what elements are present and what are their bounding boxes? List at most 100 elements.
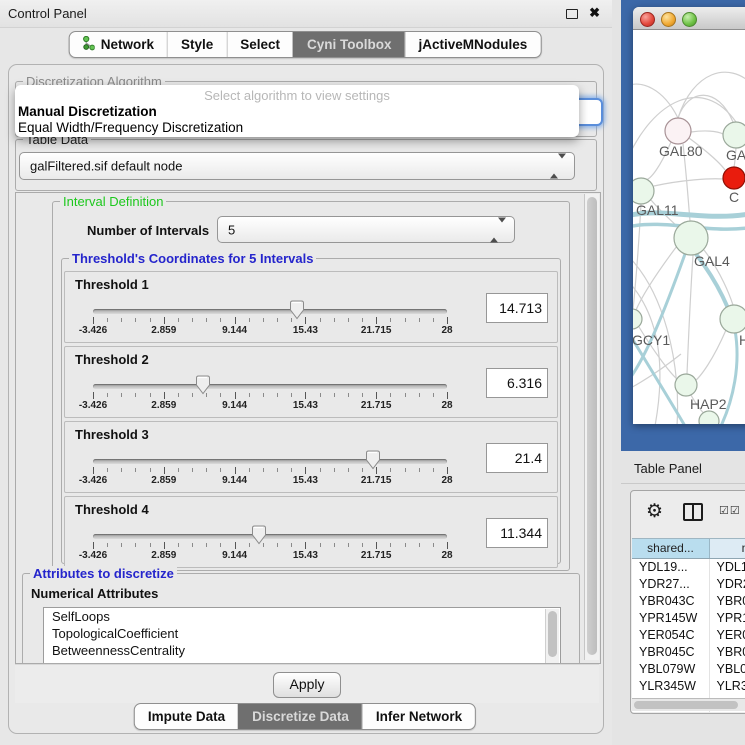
- tick-label: 2.859: [151, 550, 176, 561]
- close-traffic-light-icon[interactable]: [640, 12, 655, 27]
- table-data-combo[interactable]: galFiltered.sif default node: [19, 152, 575, 180]
- tick-mark: [362, 318, 363, 322]
- dropdown-option-equal-width[interactable]: Equal Width/Frequency Discretization: [18, 120, 243, 135]
- slider-handle[interactable]: [365, 450, 381, 470]
- slider-handle[interactable]: [251, 525, 267, 545]
- node-label: GA: [726, 147, 745, 163]
- minimize-traffic-light-icon[interactable]: [661, 12, 676, 27]
- tick-mark: [178, 543, 179, 547]
- table-hscrollbar[interactable]: [632, 698, 745, 711]
- tick-mark: [220, 468, 221, 472]
- table-row[interactable]: YDR27...YDR2: [632, 576, 745, 593]
- apply-button[interactable]: Apply: [273, 672, 341, 698]
- tick-mark: [419, 543, 420, 547]
- slider-track[interactable]: [93, 309, 447, 314]
- attribute-item[interactable]: TopologicalCoefficient: [44, 625, 560, 642]
- tick-label: 2.859: [151, 400, 176, 411]
- tick-mark: [192, 318, 193, 322]
- tick-mark: [433, 543, 434, 547]
- tab-discretize-data[interactable]: Discretize Data: [238, 704, 362, 729]
- table-row[interactable]: YBL079WYBL0: [632, 661, 745, 678]
- tick-mark: [121, 468, 122, 472]
- list-scrollbar[interactable]: [545, 609, 559, 664]
- table-hscrollbar-thumb[interactable]: [634, 701, 738, 709]
- slider-track[interactable]: [93, 384, 447, 389]
- tick-mark: [121, 393, 122, 397]
- column-checkbox-icons[interactable]: ☑☑: [719, 504, 741, 517]
- network-edge: [691, 131, 723, 134]
- threshold-title: Threshold 2: [75, 352, 149, 367]
- tick-mark: [121, 318, 122, 322]
- network-node[interactable]: [675, 374, 697, 396]
- network-node[interactable]: [665, 118, 691, 144]
- tick-mark: [320, 543, 321, 547]
- tab-infer-network[interactable]: Infer Network: [362, 704, 475, 729]
- dropdown-option-manual[interactable]: Manual Discretization: [18, 104, 157, 119]
- tab-cyni-toolbox[interactable]: Cyni Toolbox: [293, 32, 405, 57]
- slider-handle[interactable]: [195, 375, 211, 395]
- tick-label: 21.715: [361, 400, 392, 411]
- tick-mark: [305, 542, 306, 549]
- network-node[interactable]: [633, 178, 654, 204]
- tick-mark: [419, 318, 420, 322]
- threshold-value-field[interactable]: 6.316: [486, 368, 548, 398]
- tick-mark: [164, 467, 165, 474]
- threshold-panels: Threshold 1-3.4262.8599.14415.4321.71528…: [62, 271, 560, 568]
- tab-select[interactable]: Select: [226, 32, 293, 57]
- pane-scrollbar-thumb[interactable]: [587, 197, 597, 655]
- attribute-item[interactable]: BetweennessCentrality: [44, 642, 560, 659]
- table-cell: YER054C: [632, 627, 710, 644]
- tick-mark: [405, 468, 406, 472]
- attributes-group-label: Attributes to discretize: [30, 566, 177, 581]
- table-row[interactable]: YER054CYER0: [632, 627, 745, 644]
- numerical-attributes-list[interactable]: SelfLoopsTopologicalCoefficientBetweenne…: [43, 607, 561, 664]
- float-window-icon[interactable]: [566, 9, 578, 19]
- slider-track[interactable]: [93, 459, 447, 464]
- tick-mark: [206, 318, 207, 322]
- tab-style[interactable]: Style: [167, 32, 226, 57]
- gear-icon[interactable]: ⚙: [646, 500, 663, 523]
- tick-label: 9.144: [222, 400, 247, 411]
- slider-handle[interactable]: [289, 300, 305, 320]
- tab-impute-data[interactable]: Impute Data: [135, 704, 238, 729]
- tab-network[interactable]: Network: [70, 32, 167, 57]
- tick-label: -3.426: [79, 475, 107, 486]
- tab-jactivemnodules[interactable]: jActiveMNodules: [405, 32, 541, 57]
- list-scrollbar-thumb[interactable]: [548, 611, 557, 657]
- network-node[interactable]: [723, 167, 745, 189]
- table-row[interactable]: YPR145WYPR1: [632, 610, 745, 627]
- attributes-group: Attributes to discretize Numerical Attri…: [22, 573, 580, 664]
- column-header-name[interactable]: n...: [710, 539, 745, 558]
- network-canvas[interactable]: GAL80GACGAL11GAL4GCY1HHAP2: [633, 30, 745, 424]
- tick-mark: [178, 318, 179, 322]
- network-node[interactable]: [723, 122, 745, 148]
- attribute-item[interactable]: SelfLoops: [44, 608, 560, 625]
- tick-mark: [447, 542, 448, 549]
- slider-track[interactable]: [93, 534, 447, 539]
- split-columns-icon[interactable]: [683, 503, 703, 521]
- network-window-titlebar[interactable]: [633, 7, 745, 30]
- table-row[interactable]: YBR043CYBR0: [632, 593, 745, 610]
- network-node[interactable]: [720, 305, 745, 333]
- top-tab-strip: NetworkStyleSelectCyni Toolbox jActiveMNo…: [69, 31, 542, 58]
- threshold-value-field[interactable]: 11.344: [486, 518, 548, 548]
- column-header-shared[interactable]: shared...: [632, 539, 710, 558]
- close-icon[interactable]: ✖: [589, 5, 600, 21]
- zoom-traffic-light-icon[interactable]: [682, 12, 697, 27]
- pane-scrollbar[interactable]: [584, 194, 599, 660]
- network-edge: [687, 255, 693, 374]
- tick-label: 9.144: [222, 475, 247, 486]
- threshold-value-field[interactable]: 21.4: [486, 443, 548, 473]
- number-of-intervals-combo[interactable]: 5: [217, 216, 515, 243]
- table-row[interactable]: YDL19...YDL1: [632, 559, 745, 576]
- network-node[interactable]: [674, 221, 708, 255]
- threshold-value-field[interactable]: 14.713: [486, 293, 548, 323]
- node-label: HAP2: [690, 396, 727, 412]
- network-node[interactable]: [633, 309, 642, 329]
- table-row[interactable]: YBR045CYBR0: [632, 644, 745, 661]
- interval-definition-label: Interval Definition: [60, 194, 166, 209]
- tick-mark: [206, 543, 207, 547]
- network-node[interactable]: [699, 411, 719, 424]
- tab-label: jActiveMNodules: [419, 37, 528, 52]
- table-row[interactable]: YLR345WYLR3: [632, 678, 745, 695]
